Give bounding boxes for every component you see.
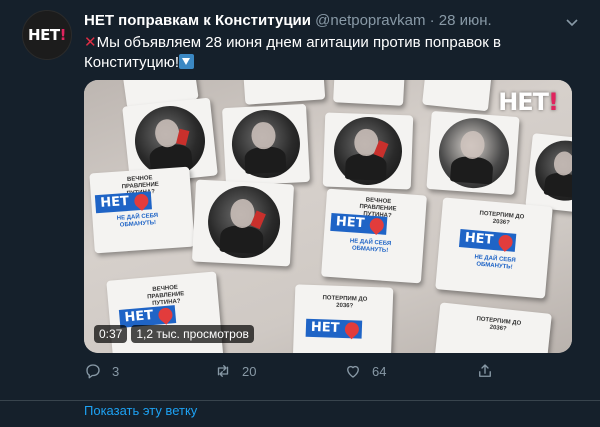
sticker-text: ПОТЕРПИМ ДО 2036? — [322, 295, 368, 310]
author-name[interactable]: НЕТ поправкам к Конституции — [84, 12, 311, 29]
sticker-text: ПОТЕРПИМ ДО 2036? — [476, 316, 522, 333]
chevron-down-icon[interactable] — [564, 14, 580, 30]
tweet[interactable]: НЕТ! НЕТ поправкам к Конституции @netpop… — [0, 0, 600, 401]
like-icon — [347, 365, 359, 378]
tweet-actions: 3 20 64 — [84, 362, 504, 384]
retweet-icon — [217, 365, 229, 377]
tweet-text: ✕Мы объявляем 28 июня днем агитации прот… — [84, 33, 564, 73]
video-watermark: НЕТ! — [498, 88, 559, 116]
sticker — [333, 80, 405, 106]
sticker-text: НЕ ДАЙ СЕБЯ ОБМАНУТЬ! — [349, 238, 392, 255]
sticker-card — [426, 111, 520, 195]
separator: · — [429, 12, 435, 29]
sticker-text: НЕ ДАЙ СЕБЯ ОБМАНУТЬ! — [116, 212, 159, 229]
reply-button[interactable]: 3 — [84, 362, 119, 380]
sticker-text: НЕ ДАЙ СЕБЯ ОБМАНУТЬ! — [474, 254, 516, 271]
sticker-card — [525, 133, 572, 213]
like-button[interactable]: 64 — [344, 362, 386, 380]
tweet-time[interactable]: 28 июн. — [439, 12, 492, 29]
tweet-header: НЕТ поправкам к Конституции @netpopravka… — [84, 12, 564, 29]
reply-icon — [86, 364, 100, 379]
cross-mark-icon: ✕ — [84, 34, 97, 51]
net-badge: НЕТ — [94, 191, 152, 214]
show-thread-link[interactable]: Показать эту ветку — [84, 403, 197, 418]
net-badge: НЕТ — [305, 318, 362, 339]
like-count: 64 — [372, 363, 387, 379]
sticker-photo — [230, 108, 302, 180]
sticker-card — [191, 179, 295, 267]
sticker-photo — [332, 115, 404, 187]
reply-count: 3 — [112, 363, 120, 379]
sticker-photo — [436, 115, 512, 191]
share-button[interactable] — [476, 362, 494, 380]
sticker-card — [322, 112, 414, 190]
avatar-logo: НЕТ! — [28, 26, 66, 44]
avatar[interactable]: НЕТ! — [22, 10, 72, 60]
sticker-card: ПОТЕРПИМ ДО 2036? НЕТ — [292, 284, 394, 353]
net-badge: НЕТ — [458, 229, 516, 252]
retweet-count: 20 — [242, 363, 257, 379]
sticker-photo — [206, 184, 282, 260]
tweet-text-body: Мы объявляем 28 июня днем агитации проти… — [84, 34, 501, 71]
sticker-card: ВЕЧНОЕ ПРАВЛЕНИЕ ПУТИНА? НЕТ НЕ ДАЙ СЕБЯ… — [321, 188, 427, 284]
video-duration: 0:37 — [94, 325, 128, 343]
sticker-card: ВЕЧНОЕ ПРАВЛЕНИЕ ПУТИНА? НЕТ НЕ ДАЙ СЕБЯ… — [89, 166, 195, 254]
sticker-photo — [532, 137, 572, 204]
net-badge: НЕТ — [330, 212, 388, 235]
down-arrow-icon — [179, 54, 195, 69]
sticker-card: ПОТЕРПИМ ДО 2036? НЕТ НЕ ДАЙ СЕБЯ ОБМАНУ… — [435, 197, 553, 299]
sticker-card — [222, 103, 310, 187]
sticker-text: ПОТЕРПИМ ДО 2036? — [479, 210, 525, 227]
video-views: 1,2 тыс. просмотров — [131, 325, 254, 343]
video-meta: 0:37 1,2 тыс. просмотров — [94, 325, 254, 343]
author-handle[interactable]: @netpopravkam — [315, 12, 425, 29]
retweet-button[interactable]: 20 — [214, 362, 256, 380]
video-player[interactable]: ВЕЧНОЕ ПРАВЛЕНИЕ ПУТИНА? НЕТ НЕ ДАЙ СЕБЯ… — [84, 80, 572, 353]
share-icon — [479, 364, 491, 377]
